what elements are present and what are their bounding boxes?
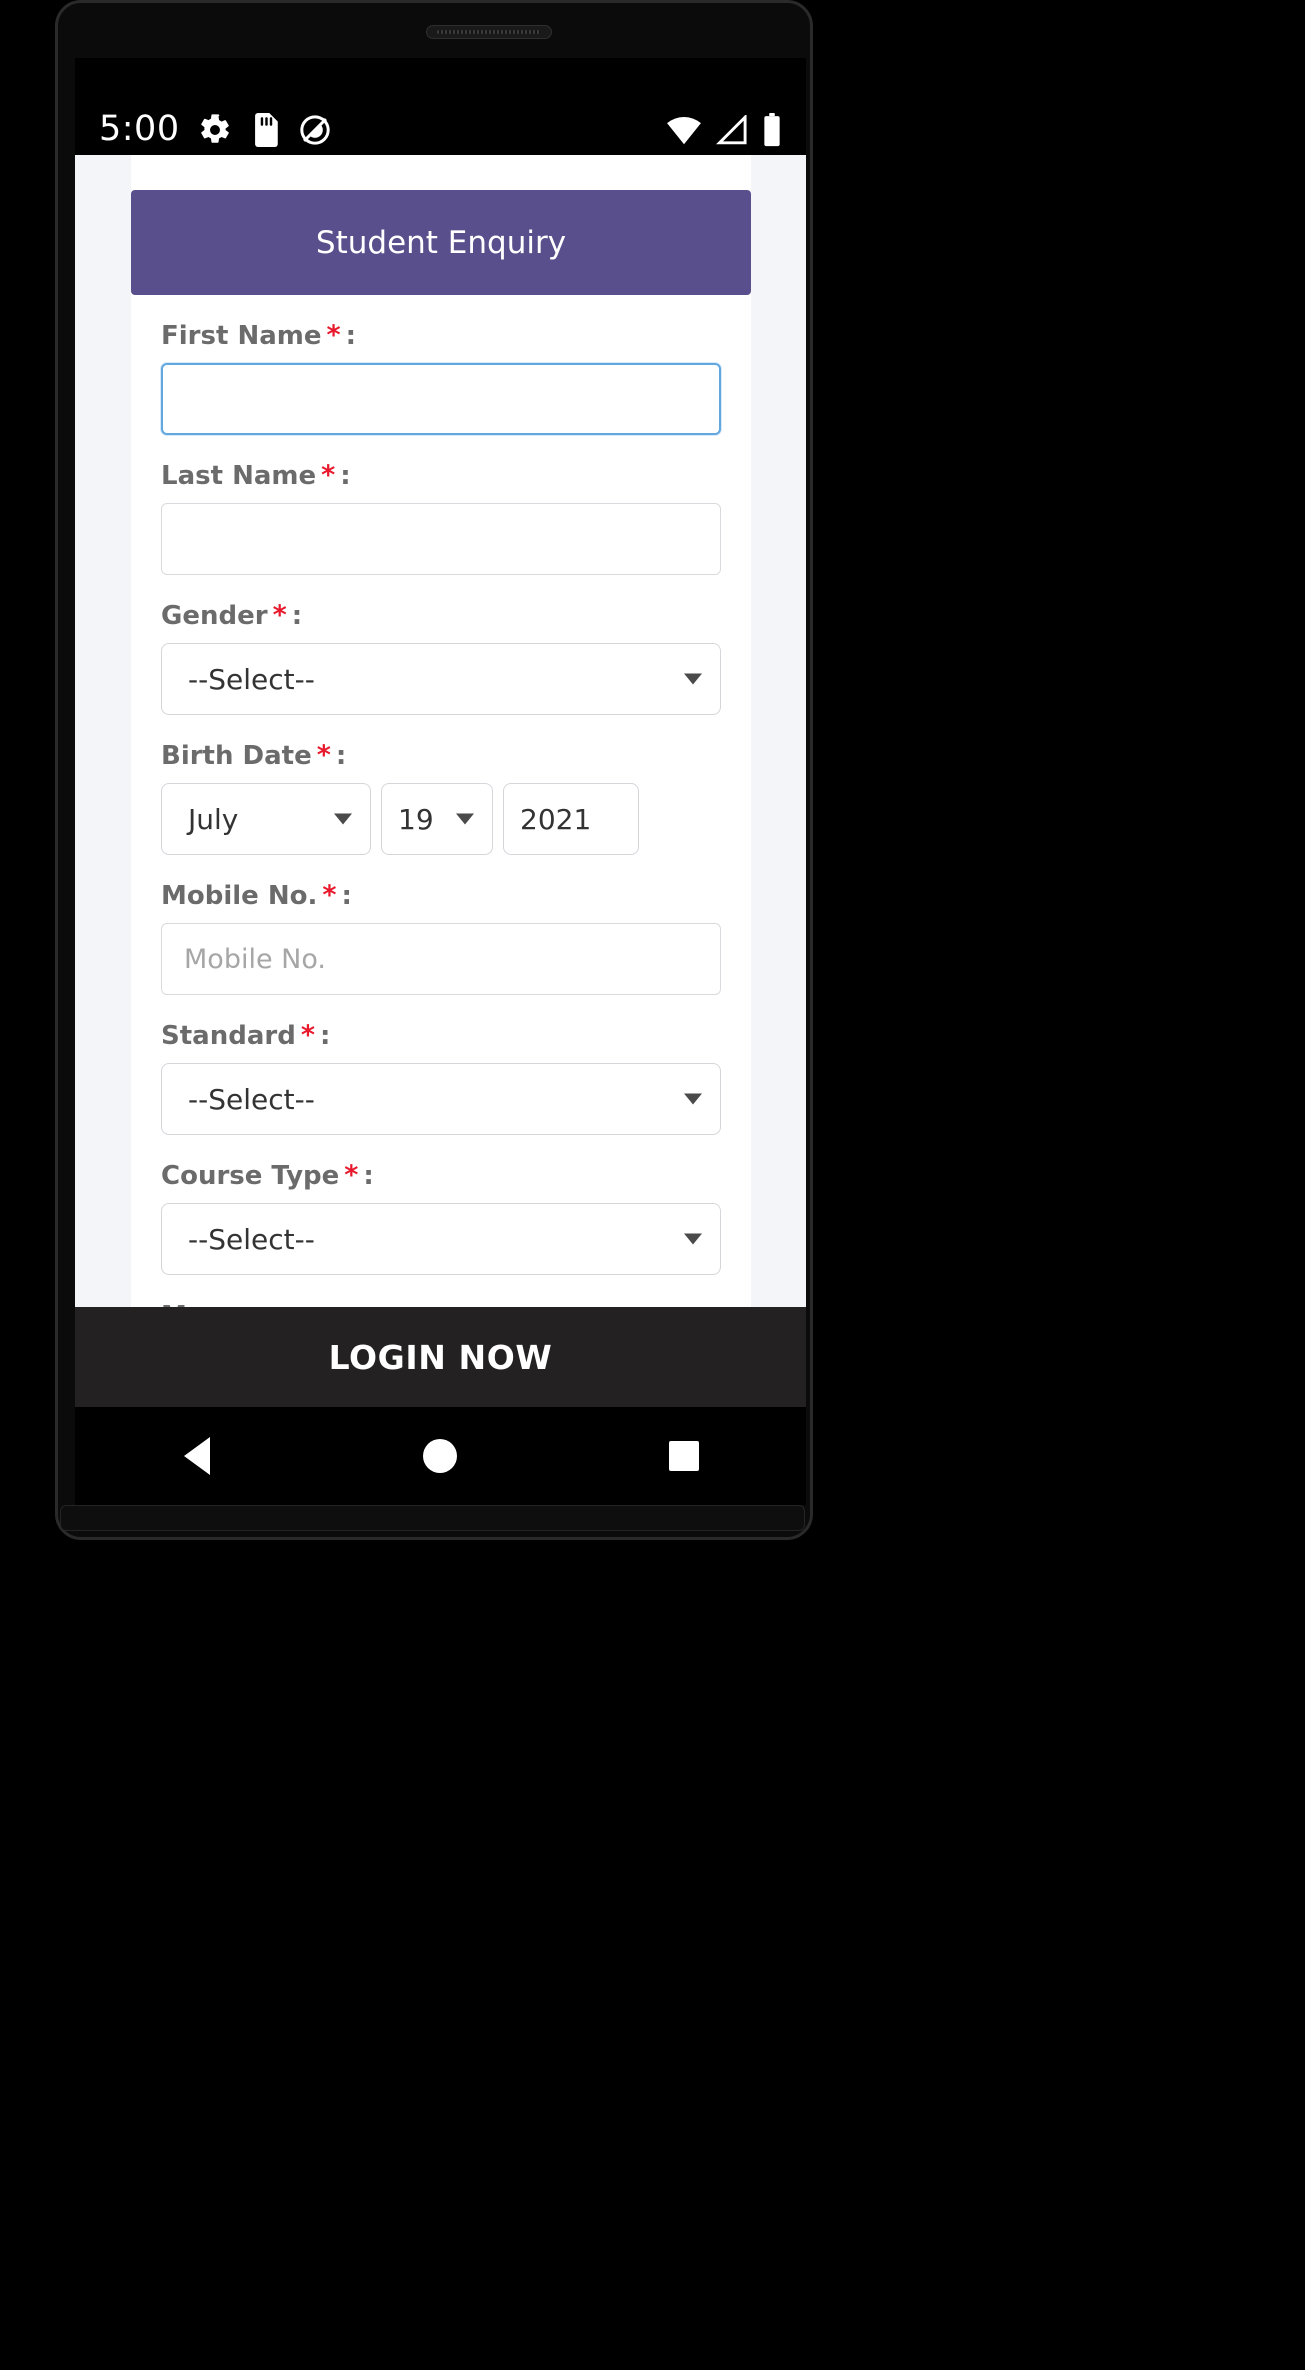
label-last-name: Last Name * : — [161, 461, 721, 491]
birth-date-row: July 19 2021 — [161, 783, 721, 855]
android-navigation-bar — [75, 1407, 806, 1505]
label-standard-text: Standard — [161, 1021, 296, 1051]
field-course-type: Course Type * : --Select-- — [161, 1161, 721, 1275]
home-circle-icon — [423, 1439, 458, 1473]
status-bar-left-group: 5:00 — [99, 112, 332, 147]
nav-home-button[interactable] — [380, 1416, 500, 1496]
label-colon: : — [291, 601, 303, 631]
nav-recents-button[interactable] — [624, 1416, 744, 1496]
chevron-down-icon — [684, 673, 702, 685]
label-first-name: First Name * : — [161, 321, 721, 351]
field-first-name: First Name * : — [161, 321, 721, 435]
label-colon: : — [335, 741, 347, 771]
device-bottom-bezel — [60, 1505, 805, 1531]
birth-year-value: 2021 — [520, 802, 592, 836]
course-type-select-value: --Select-- — [188, 1222, 315, 1256]
nav-back-button[interactable] — [137, 1416, 257, 1496]
status-bar: 5:00 — [75, 58, 806, 155]
required-asterisk: * — [316, 740, 331, 771]
birth-month-select[interactable]: July — [161, 783, 371, 855]
label-colon: : — [340, 461, 351, 491]
field-last-name: Last Name * : — [161, 461, 721, 575]
label-mobile-no: Mobile No. * : — [161, 881, 721, 911]
label-course-type: Course Type * : — [161, 1161, 721, 1191]
required-asterisk: * — [321, 460, 336, 491]
required-asterisk: * — [326, 320, 341, 351]
label-colon: : — [341, 881, 352, 911]
birth-year-select[interactable]: 2021 — [503, 783, 639, 855]
field-birth-date: Birth Date * : July 19 2021 — [161, 741, 721, 855]
cell-signal-icon — [716, 115, 747, 145]
wifi-icon — [667, 117, 701, 145]
label-colon: : — [319, 1021, 331, 1051]
chevron-down-icon — [334, 813, 352, 825]
status-bar-clock: 5:00 — [99, 109, 180, 149]
form-body: First Name * : Last Name * : Gender *: … — [131, 321, 751, 1455]
back-triangle-icon — [183, 1437, 210, 1475]
earpiece-grill — [437, 30, 541, 34]
required-asterisk: * — [322, 880, 337, 911]
label-colon: : — [345, 321, 357, 351]
android-q-icon — [299, 114, 330, 145]
first-name-input[interactable] — [161, 363, 721, 435]
mobile-no-input[interactable] — [161, 923, 721, 995]
required-asterisk: * — [272, 600, 287, 631]
label-standard: Standard * : — [161, 1021, 721, 1051]
page-title: Student Enquiry — [315, 224, 567, 261]
field-standard: Standard * : --Select-- — [161, 1021, 721, 1135]
chevron-down-icon — [684, 1233, 702, 1245]
label-last-name-text: Last Name — [161, 461, 317, 491]
form-header: Student Enquiry — [131, 190, 751, 295]
chevron-down-icon — [684, 1093, 702, 1105]
field-gender: Gender * : --Select-- — [161, 601, 721, 715]
label-first-name-text: First Name — [161, 321, 322, 351]
app-viewport: Student Enquiry First Name * : Last Name — [75, 155, 806, 1505]
login-now-button[interactable]: LOGIN NOW — [75, 1307, 806, 1407]
birth-month-value: July — [188, 802, 239, 836]
standard-select[interactable]: --Select-- — [161, 1063, 721, 1135]
gender-select-value: --Select-- — [188, 662, 315, 696]
earpiece-speaker — [426, 25, 552, 39]
battery-icon — [764, 113, 780, 147]
status-bar-right-group — [666, 113, 782, 147]
birth-day-select[interactable]: 19 — [381, 783, 493, 855]
label-gender-text: Gender — [161, 601, 268, 631]
label-mobile-no-text: Mobile No. — [161, 881, 318, 911]
label-birth-date-text: Birth Date — [161, 741, 312, 771]
standard-select-value: --Select-- — [188, 1082, 315, 1116]
login-now-label: LOGIN NOW — [328, 1337, 553, 1377]
required-asterisk: * — [300, 1020, 315, 1051]
birth-day-value: 19 — [398, 802, 434, 836]
field-mobile-no: Mobile No. * : — [161, 881, 721, 995]
last-name-input[interactable] — [161, 503, 721, 575]
gender-select[interactable]: --Select-- — [161, 643, 721, 715]
recents-square-icon — [669, 1441, 700, 1471]
chevron-down-icon — [456, 813, 474, 825]
course-type-select[interactable]: --Select-- — [161, 1203, 721, 1275]
label-birth-date: Birth Date * : — [161, 741, 721, 771]
label-course-type-text: Course Type — [161, 1161, 340, 1191]
screenshot-root: 5:00 Student Enquiry First Name *: Last… — [0, 0, 1305, 2370]
label-gender: Gender * : — [161, 601, 721, 631]
student-enquiry-form: Student Enquiry First Name * : Last Name — [131, 155, 751, 1451]
gear-icon — [200, 113, 229, 143]
sd-card-icon — [254, 112, 278, 147]
label-colon: : — [363, 1161, 374, 1191]
required-asterisk: * — [344, 1160, 359, 1191]
